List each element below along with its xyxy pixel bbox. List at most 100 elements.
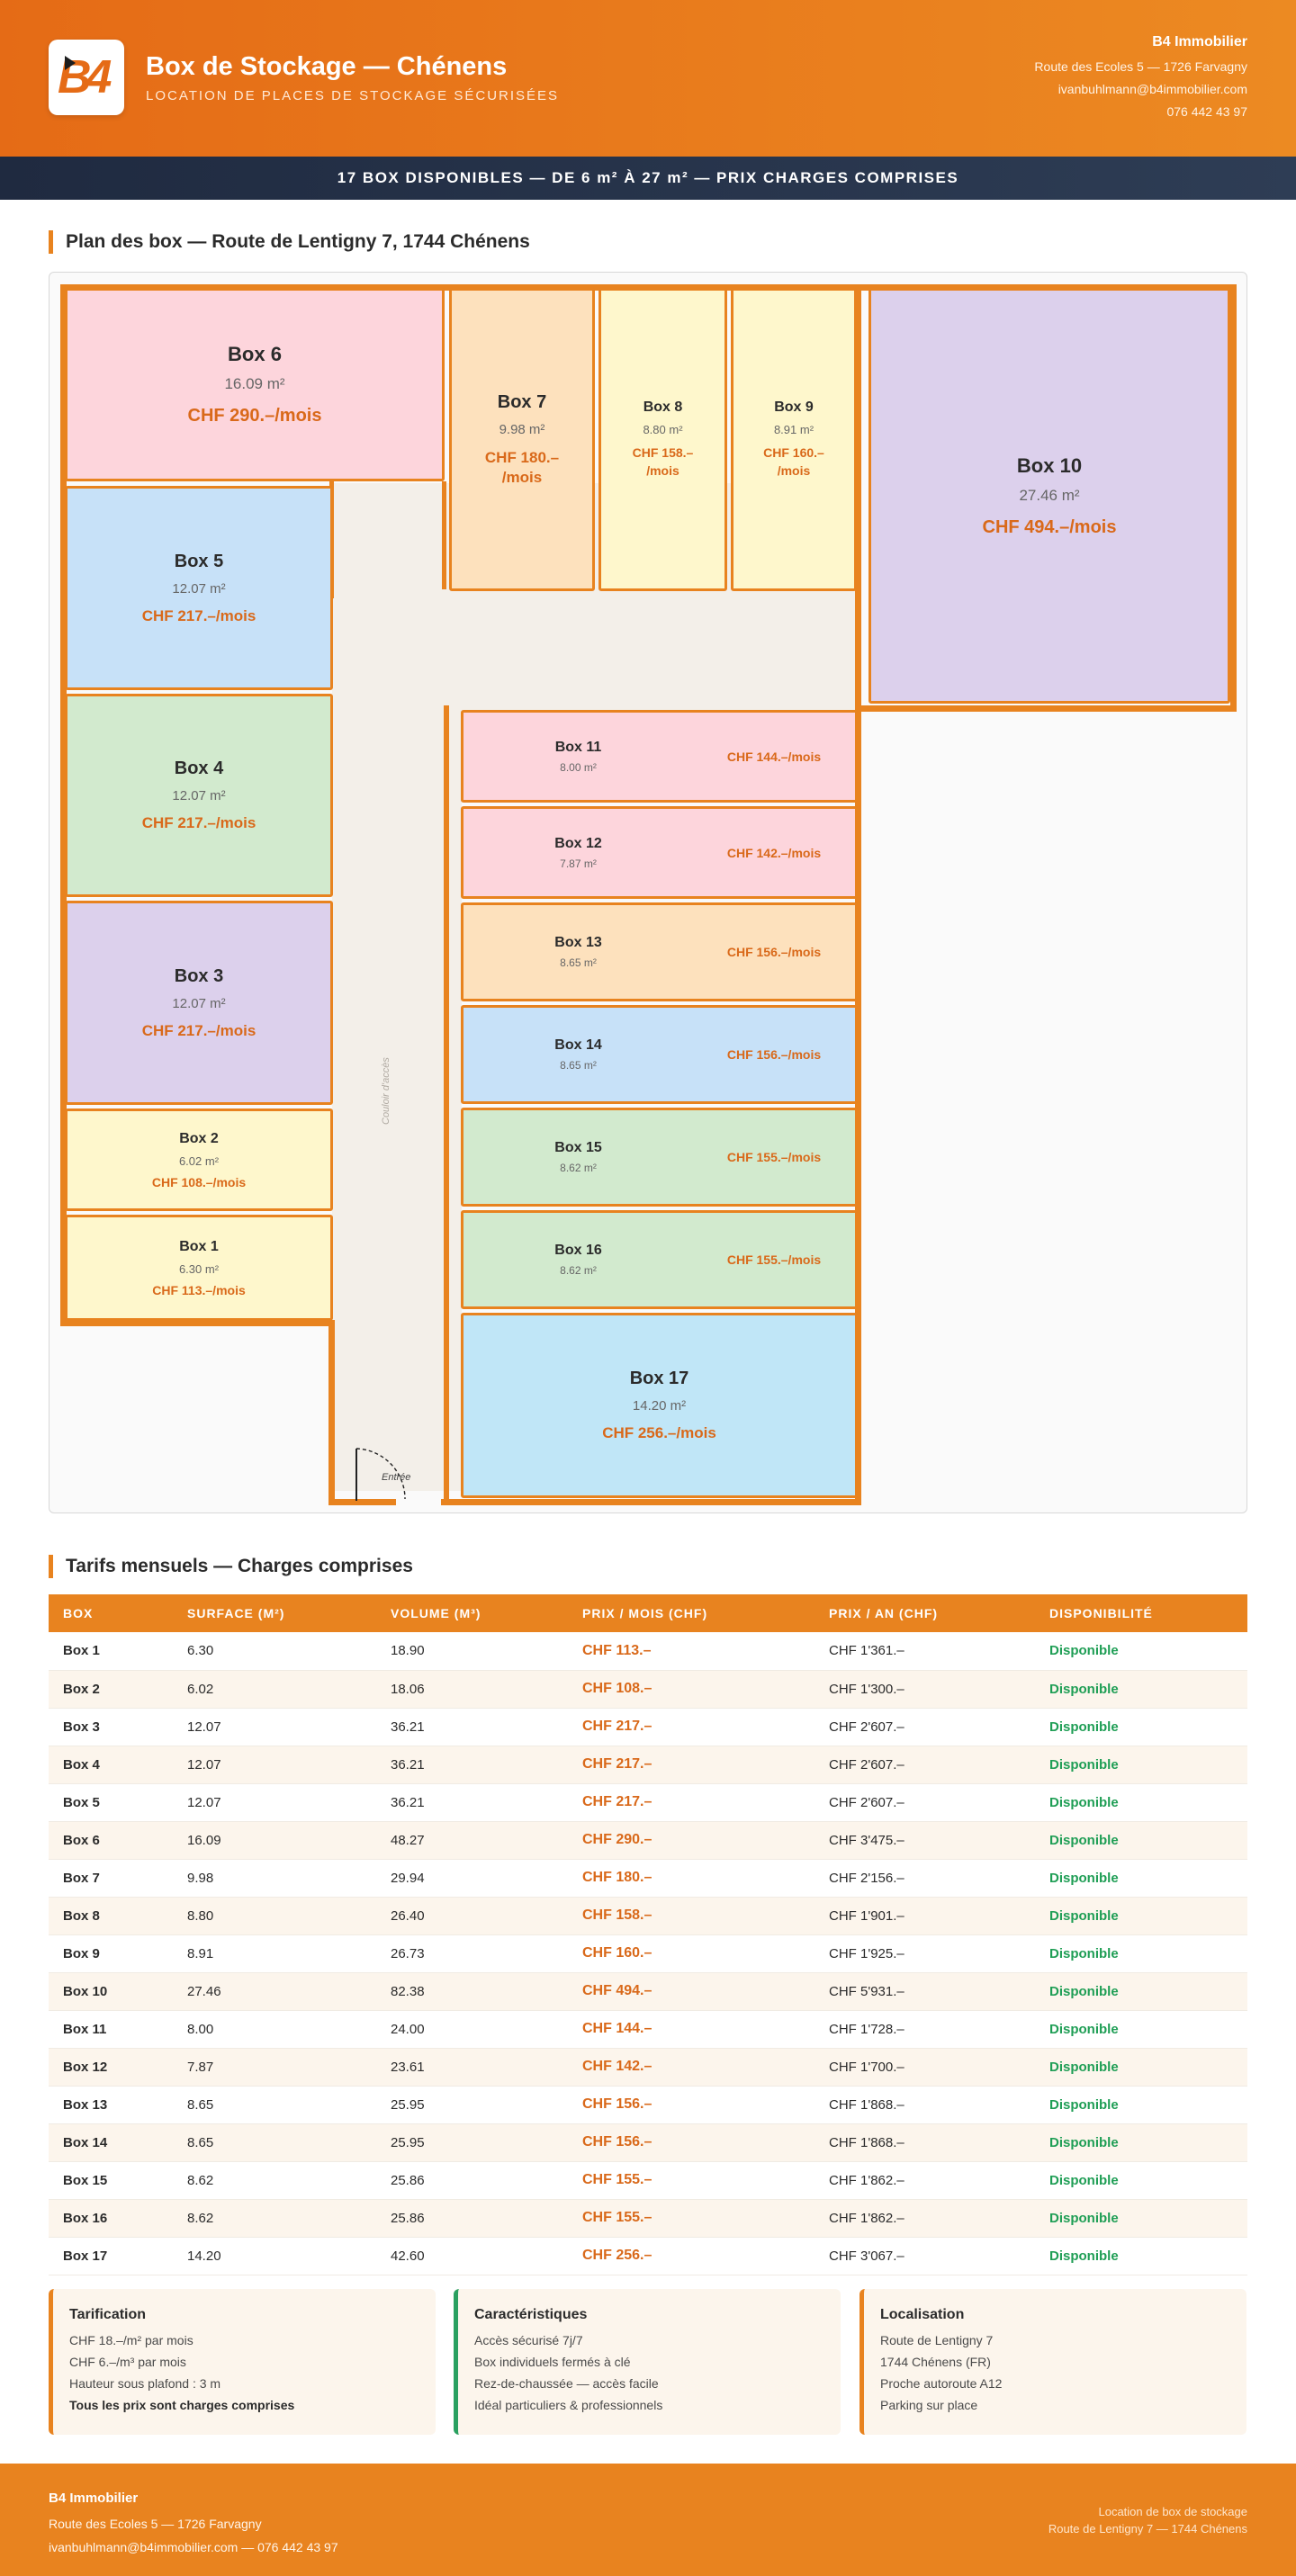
cell-box: Box 3 (49, 1708, 173, 1746)
box-price: CHF 156.–/mois (726, 1047, 822, 1062)
box-surface: 8.65 m² (560, 956, 597, 969)
table-row: Box 9 8.91 26.73 CHF 160.– CHF 1'925.– Dispon… (49, 1934, 1247, 1973)
box-surface: 8.00 m² (560, 760, 597, 774)
page-footer: B4 Immobilier Route des Ecoles 5 — 1726 … (0, 2464, 1296, 2576)
table-row: Box 11 8.00 24.00 CHF 144.– CHF 1'728.– Dispo… (49, 2010, 1247, 2049)
box-name: Box 14 (554, 1037, 602, 1053)
cell-price-year: CHF 2'156.– (814, 1859, 1035, 1898)
storage-box-4[interactable]: Box 4 12.07 m² CHF 217.–/mois (65, 694, 333, 897)
table-row: Box 5 12.07 36.21 CHF 217.– CHF 2'607.– Dispo… (49, 1783, 1247, 1822)
card-line: Proche autoroute A12 (880, 2376, 1003, 2391)
storage-box-1[interactable]: Box 1 6.30 m² CHF 113.–/mois (65, 1215, 333, 1321)
cell-volume: 42.60 (376, 2237, 568, 2275)
cell-surface: 7.87 (173, 2048, 376, 2087)
storage-box-8[interactable]: Box 8 8.80 m² CHF 158.– /mois (598, 288, 727, 591)
cell-price-year: CHF 1'901.– (814, 1897, 1035, 1935)
box-price: CHF 155.–/mois (726, 1150, 822, 1164)
storage-box-15[interactable]: Box 15 8.62 m² CHF 155.–/mois (461, 1108, 858, 1207)
cell-price-year: CHF 2'607.– (814, 1746, 1035, 1784)
storage-box-6[interactable]: Box 6 16.09 m² CHF 290.–/mois (65, 288, 445, 481)
storage-box-17[interactable]: Box 17 14.20 m² CHF 256.–/mois (461, 1313, 858, 1498)
plan-section-title: Plan des box — Route de Lentigny 7, 1744… (49, 230, 530, 254)
availability-banner: 17 BOX DISPONIBLES — DE 6 m² À 27 m² — P… (0, 157, 1296, 200)
cell-surface: 6.02 (173, 1670, 376, 1709)
card-tarification: Tarification CHF 18.–/m² par mois CHF 6.… (49, 2289, 436, 2435)
entrance-label: Entrée (382, 1472, 411, 1483)
cell-availability: Disponible (1035, 1859, 1247, 1898)
card-line: Parking sur place (880, 2398, 978, 2412)
column-header: DISPONIBILITÉ (1035, 1594, 1247, 1632)
tarifs-section-title: Tarifs mensuels — Charges comprises (49, 1555, 413, 1578)
cell-price-year: CHF 2'607.– (814, 1783, 1035, 1822)
cell-availability: Disponible (1035, 1821, 1247, 1860)
storage-box-5[interactable]: Box 5 12.07 m² CHF 217.–/mois (65, 486, 333, 690)
box-surface: 7.87 m² (560, 857, 597, 870)
box-surface: 9.98 m² (499, 421, 545, 437)
table-row: Box 1 6.30 18.90 CHF 113.– CHF 1'361.– Dispon… (49, 1632, 1247, 1671)
card-line: Idéal particuliers & professionnels (474, 2398, 663, 2412)
cell-box: Box 11 (49, 2010, 173, 2049)
card-title: Caractéristiques (474, 2307, 588, 2322)
cell-surface: 6.30 (173, 1632, 376, 1671)
cell-price-month: CHF 156.– (568, 2123, 814, 2162)
storage-box-9[interactable]: Box 9 8.91 m² CHF 160.– /mois (731, 288, 857, 591)
footer-contact: B4 Immobilier Route des Ecoles 5 — 1726 … (49, 2491, 338, 2563)
cell-price-year: CHF 1'925.– (814, 1934, 1035, 1973)
storage-box-3[interactable]: Box 3 12.07 m² CHF 217.–/mois (65, 901, 333, 1105)
footer-tagline: Location de box de stockage (1098, 2505, 1247, 2518)
storage-box-11[interactable]: Box 11 8.00 m² CHF 144.–/mois (461, 710, 858, 803)
card-line: 1744 Chénens (FR) (880, 2355, 991, 2369)
storage-box-16[interactable]: Box 16 8.62 m² CHF 155.–/mois (461, 1210, 858, 1309)
cell-availability: Disponible (1035, 2010, 1247, 2049)
company-email[interactable]: ivanbuhlmann@b4immobilier.com (1034, 82, 1247, 96)
card-line: Accès sécurisé 7j/7 (474, 2333, 583, 2347)
cell-price-month: CHF 142.– (568, 2048, 814, 2087)
box-name: Box 5 (174, 551, 224, 571)
cell-price-year: CHF 1'868.– (814, 2123, 1035, 2162)
company-address: Route des Ecoles 5 — 1726 Farvagny (1034, 59, 1247, 74)
cell-volume: 26.73 (376, 1934, 568, 1973)
table-row: Box 8 8.80 26.40 CHF 158.– CHF 1'901.– Dispon… (49, 1897, 1247, 1935)
cell-volume: 36.21 (376, 1783, 568, 1822)
storage-box-7[interactable]: Box 7 9.98 m² CHF 180.– /mois (449, 288, 595, 591)
cell-price-year: CHF 1'868.– (814, 2086, 1035, 2124)
wall (328, 1320, 335, 1505)
cell-availability: Disponible (1035, 1972, 1247, 2011)
cell-price-year: CHF 2'607.– (814, 1708, 1035, 1746)
cell-box: Box 14 (49, 2123, 173, 2162)
cell-price-month: CHF 156.– (568, 2086, 814, 2124)
column-header: VOLUME (M³) (376, 1594, 568, 1632)
storage-box-10[interactable]: Box 10 27.46 m² CHF 494.–/mois (868, 288, 1230, 704)
company-phone[interactable]: 076 442 43 97 (1034, 104, 1247, 119)
footer-right: Location de box de stockage Route de Len… (1048, 2505, 1247, 2539)
cell-price-year: CHF 1'700.– (814, 2048, 1035, 2087)
storage-box-2[interactable]: Box 2 6.02 m² CHF 108.–/mois (65, 1108, 333, 1211)
box-name: Box 7 (497, 391, 547, 412)
cell-box: Box 17 (49, 2237, 173, 2275)
box-price: CHF 108.–/mois (151, 1174, 247, 1189)
table-row: Box 7 9.98 29.94 CHF 180.– CHF 2'156.– Dispon… (49, 1859, 1247, 1898)
cell-price-month: CHF 494.– (568, 1972, 814, 2011)
cell-price-month: CHF 144.– (568, 2010, 814, 2049)
card-line: Route de Lentigny 7 (880, 2333, 994, 2347)
box-price: CHF 494.–/mois (982, 516, 1117, 537)
cell-volume: 25.86 (376, 2199, 568, 2238)
card-line: Tous les prix sont charges comprises (69, 2398, 295, 2412)
storage-box-14[interactable]: Box 14 8.65 m² CHF 156.–/mois (461, 1005, 858, 1104)
cell-surface: 8.65 (173, 2086, 376, 2124)
cell-surface: 12.07 (173, 1708, 376, 1746)
storage-box-12[interactable]: Box 12 7.87 m² CHF 142.–/mois (461, 806, 858, 899)
cell-availability: Disponible (1035, 1708, 1247, 1746)
card-line: CHF 18.–/m² par mois (69, 2333, 194, 2347)
cell-price-year: CHF 1'862.– (814, 2161, 1035, 2200)
box-price: CHF 160.– /mois (763, 445, 824, 478)
table-row: Box 13 8.65 25.95 CHF 156.– CHF 1'868.– Dispo… (49, 2086, 1247, 2124)
page-header: B4 Box de Stockage — Chénens LOCATION DE… (0, 0, 1296, 157)
box-price: CHF 217.–/mois (141, 1021, 256, 1039)
box-price: CHF 155.–/mois (726, 1252, 822, 1267)
card-localisation: Localisation Route de Lentigny 7 1744 Ch… (860, 2289, 1246, 2435)
footer-email-phone[interactable]: ivanbuhlmann@b4immobilier.com — 076 442 … (49, 2540, 338, 2554)
box-name: Box 2 (179, 1130, 219, 1146)
box-name: Box 12 (554, 835, 602, 851)
storage-box-13[interactable]: Box 13 8.65 m² CHF 156.–/mois (461, 902, 858, 1001)
